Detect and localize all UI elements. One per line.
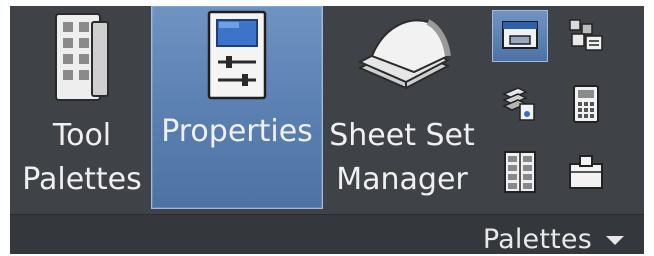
ribbon-panel: Tool Palettes Properties Sheet Set Manag… bbox=[10, 6, 644, 254]
dbconnect-icon bbox=[569, 155, 603, 189]
properties-label: Properties bbox=[161, 114, 313, 149]
sheet-set-manager-label: Sheet Set Manager bbox=[329, 118, 475, 197]
quick-calc-icon bbox=[573, 85, 599, 123]
external-references-button[interactable] bbox=[492, 146, 548, 198]
quick-calc-button[interactable] bbox=[558, 78, 614, 130]
properties-button[interactable]: Properties bbox=[151, 6, 323, 209]
markup-set-manager-button[interactable] bbox=[558, 10, 614, 62]
sheet-set-manager-button[interactable]: Sheet Set Manager bbox=[326, 6, 478, 209]
tool-palettes-button[interactable]: Tool Palettes bbox=[14, 6, 150, 209]
chevron-down-icon bbox=[606, 236, 624, 245]
layer-properties-button[interactable] bbox=[492, 78, 548, 130]
design-center-icon bbox=[502, 21, 538, 49]
dbconnect-button[interactable] bbox=[558, 146, 614, 198]
properties-icon bbox=[207, 10, 267, 100]
tool-palettes-icon bbox=[55, 13, 109, 101]
external-references-icon bbox=[504, 151, 536, 193]
palettes-title-text: Palettes bbox=[482, 224, 592, 254]
tool-palettes-label: Tool Palettes bbox=[22, 118, 142, 197]
sheet-set-manager-icon bbox=[357, 19, 451, 90]
layer-properties-icon bbox=[502, 87, 535, 121]
design-center-button[interactable] bbox=[492, 10, 548, 62]
palettes-panel-title[interactable]: Palettes bbox=[483, 224, 624, 254]
markup-set-manager-icon bbox=[569, 19, 603, 51]
